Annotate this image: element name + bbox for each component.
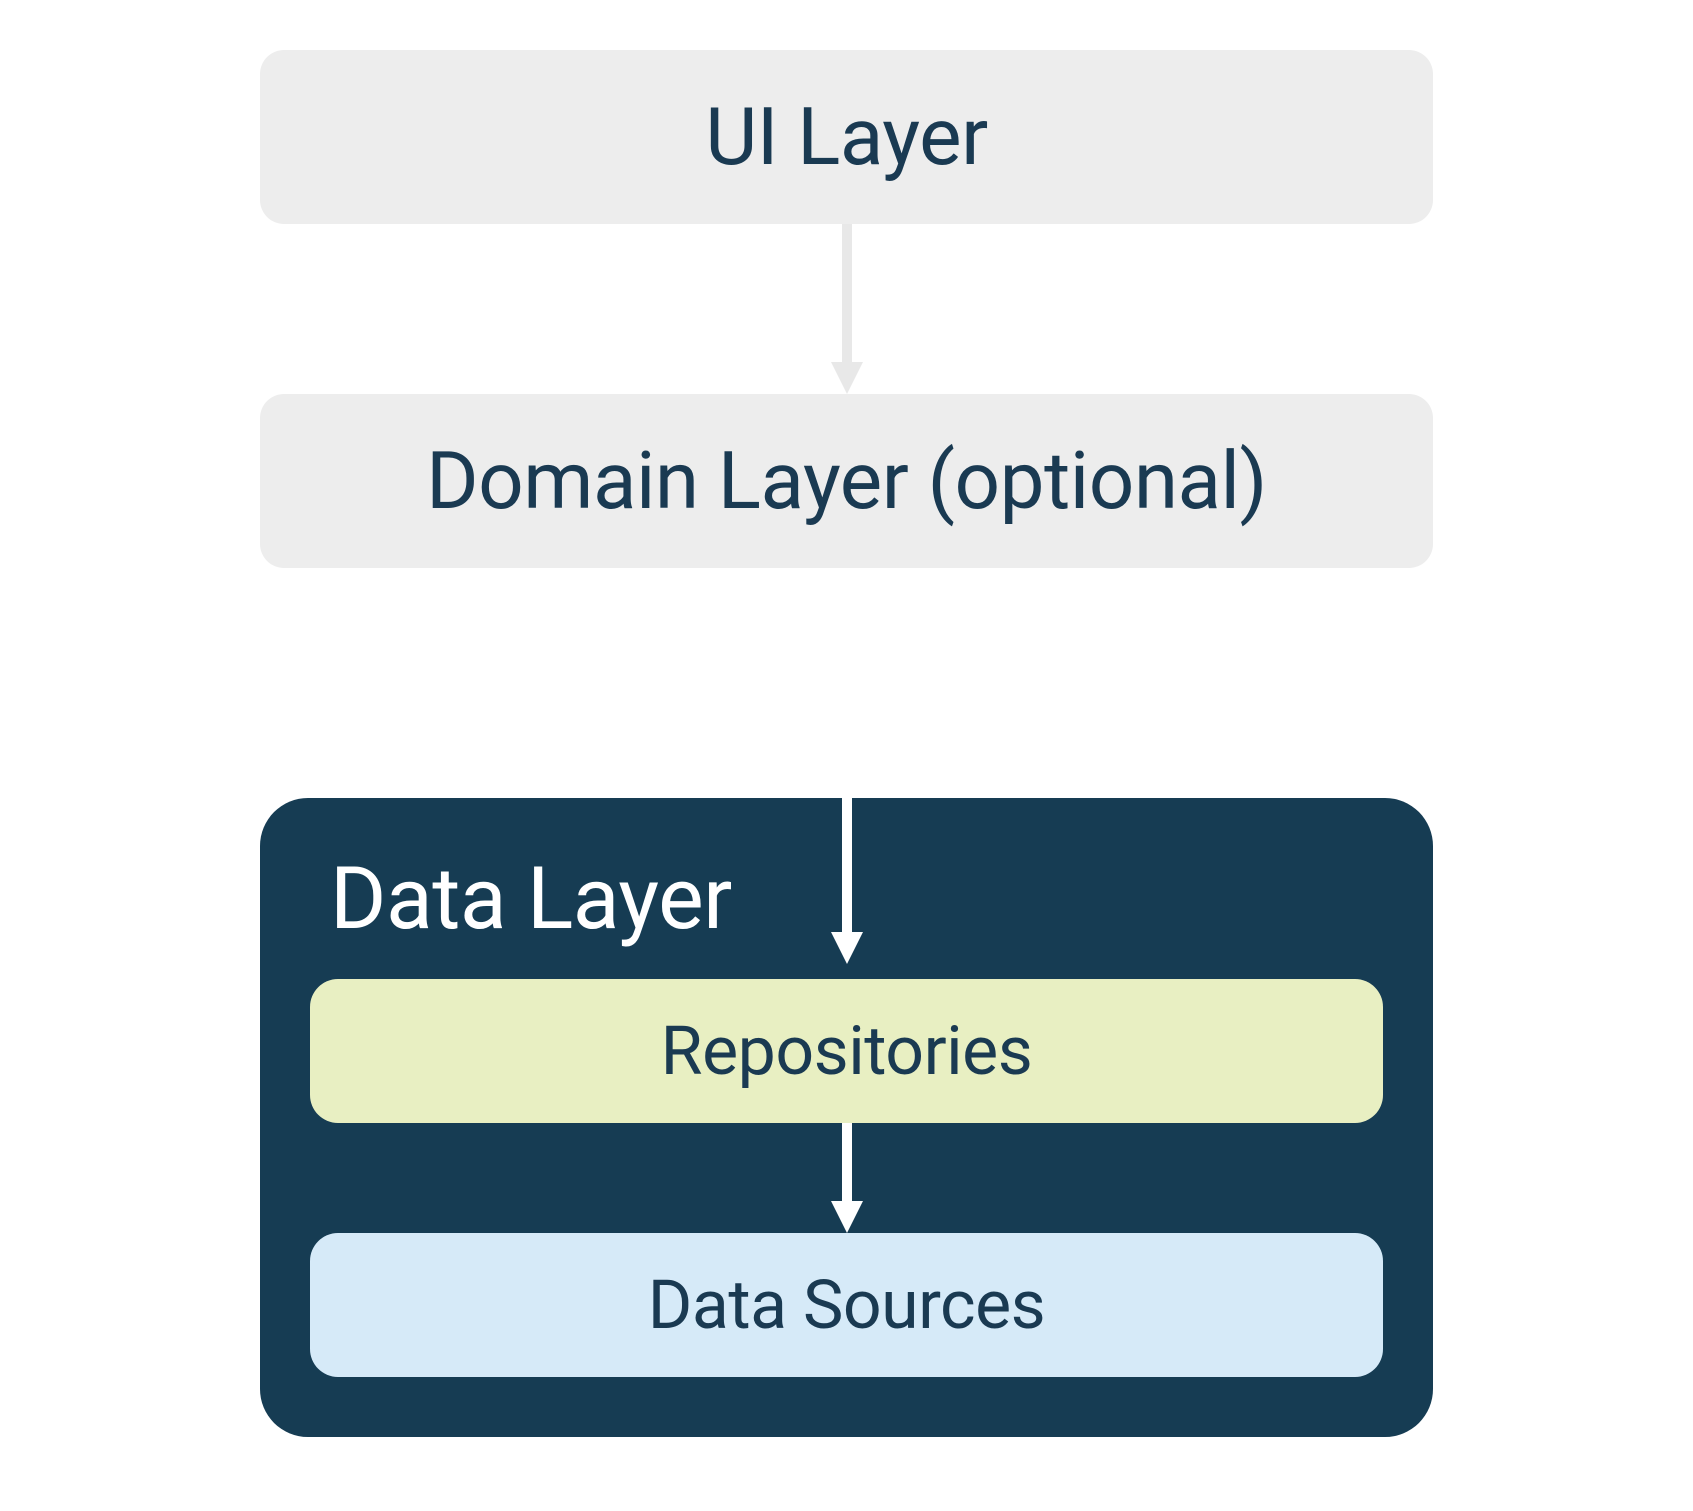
data-layer-container: Data Layer Repositories Data Sources: [260, 798, 1433, 1437]
ui-layer-label: UI Layer: [705, 90, 987, 184]
domain-layer-box: Domain Layer (optional): [260, 394, 1433, 568]
architecture-diagram: UI Layer Domain Layer (optional) Data La…: [260, 50, 1433, 1437]
ui-layer-box: UI Layer: [260, 50, 1433, 224]
repositories-label: Repositories: [661, 1011, 1033, 1091]
arrow-down-icon: [827, 224, 867, 394]
data-sources-label: Data Sources: [648, 1265, 1046, 1345]
data-sources-box: Data Sources: [310, 1233, 1383, 1377]
arrow-down-icon: [827, 619, 867, 964]
repositories-box: Repositories: [310, 979, 1383, 1123]
arrow-down-icon: [310, 1123, 1383, 1233]
domain-layer-label: Domain Layer (optional): [426, 434, 1267, 528]
